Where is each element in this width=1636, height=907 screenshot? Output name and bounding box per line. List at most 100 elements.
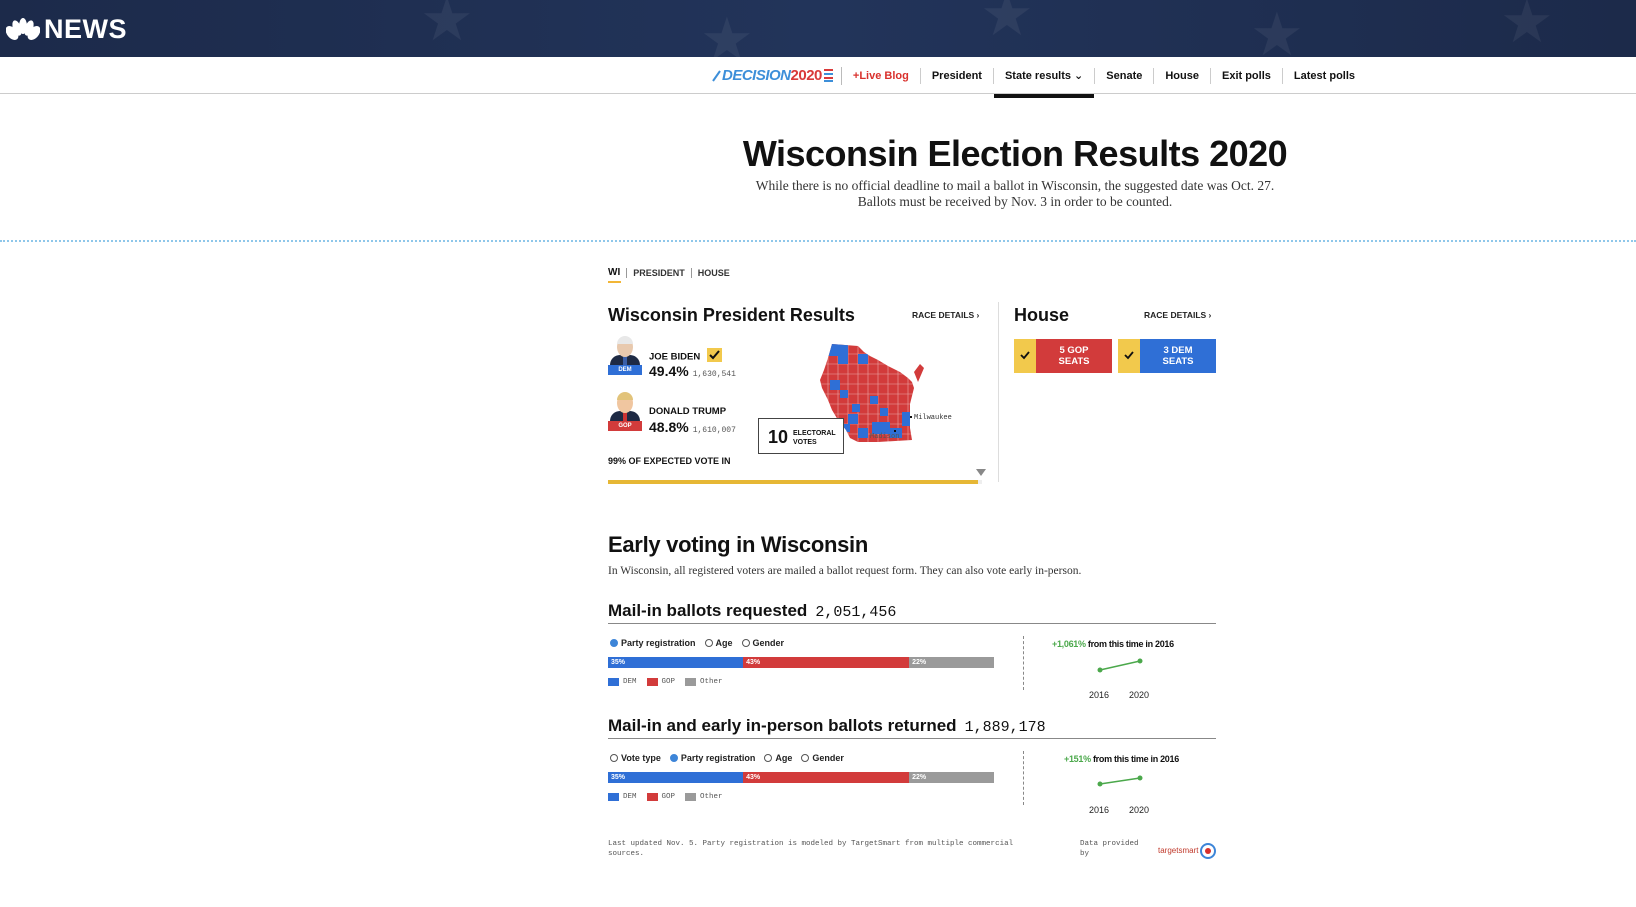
- progress-marker-icon: [976, 469, 986, 476]
- year-label: 2020: [1129, 690, 1150, 700]
- dashed-divider: [1023, 751, 1024, 805]
- intro-text: While there is no official deadline to m…: [755, 178, 1275, 209]
- requested-count: 2,051,456: [815, 604, 897, 621]
- electoral-label-1: ELECTORAL: [793, 430, 836, 437]
- dem-seats-line2: SEATS: [1162, 356, 1194, 367]
- gop-seats-line1: 5 GOP: [1059, 345, 1089, 356]
- party-badge-dem: DEM: [608, 365, 642, 375]
- electoral-label-2: VOTES: [793, 439, 817, 446]
- dem-seats-line1: 3 DEM: [1163, 345, 1193, 356]
- peacock-icon: [6, 17, 40, 40]
- expected-vote-progress-fill: [608, 480, 979, 484]
- legend-gop: GOP: [646, 793, 675, 801]
- check-icon: [1014, 339, 1036, 373]
- nav-senate[interactable]: Senate: [1095, 67, 1155, 84]
- radio-age[interactable]: Age: [704, 638, 733, 648]
- requested-party-bar: 35% 43% 22%: [608, 657, 994, 668]
- expected-vote-text: 99% OF EXPECTED VOTE IN: [608, 456, 731, 466]
- logo-text: NEWS: [44, 14, 127, 44]
- electoral-votes-box: 10 ELECTORAL VOTES: [758, 418, 844, 454]
- candidate-name: DONALD TRUMP: [649, 406, 727, 417]
- footnote: Last updated Nov. 5. Party registration …: [608, 840, 1014, 858]
- page-title: Wisconsin Election Results 2020: [742, 133, 1288, 174]
- dem-seats-box[interactable]: 3 DEM SEATS: [1118, 339, 1216, 373]
- winner-check-icon: [706, 348, 722, 362]
- returned-count: 1,889,178: [964, 719, 1046, 736]
- early-voting-title: Early voting in Wisconsin: [608, 532, 869, 557]
- targetsmart-icon: [1200, 843, 1216, 859]
- nbc-news-logo[interactable]: NEWS: [6, 14, 127, 45]
- radio-gender[interactable]: Gender: [741, 638, 784, 648]
- bar-segment-gop: 43%: [743, 657, 910, 668]
- tab-president[interactable]: PRESIDENT: [626, 268, 691, 278]
- legend-other: Other: [685, 793, 723, 801]
- legend-other: Other: [685, 678, 723, 686]
- year-label: 2016: [1089, 690, 1110, 700]
- bar-segment-dem: 35%: [608, 772, 744, 783]
- section-rule: [608, 738, 1216, 739]
- section-requested-title: Mail-in ballots requested 2,051,456: [608, 601, 897, 621]
- nav-exit-polls[interactable]: Exit polls: [1211, 67, 1283, 84]
- star-swoosh-icon: [712, 69, 721, 82]
- state-subtabs: WI PRESIDENT HOUSE: [608, 268, 736, 283]
- returned-party-bar: 35% 43% 22%: [608, 772, 994, 783]
- map-label-madison: Madison: [870, 433, 899, 441]
- dotted-divider: [0, 240, 1636, 242]
- president-race-details-link[interactable]: RACE DETAILS ›: [912, 310, 979, 320]
- dashed-divider: [1023, 636, 1024, 690]
- tab-wi[interactable]: WI: [608, 268, 626, 283]
- requested-legend: DEM GOP Other: [608, 678, 733, 686]
- check-icon: [1118, 339, 1140, 373]
- map-label-milwaukee: Milwaukee: [914, 414, 952, 422]
- house-race-details-link[interactable]: RACE DETAILS ›: [1144, 310, 1211, 320]
- requested-sparkline: [1097, 658, 1143, 673]
- radio-party-registration[interactable]: Party registration: [610, 638, 696, 648]
- data-provided-by: Data provided by: [1080, 840, 1139, 858]
- house-title: House: [1014, 305, 1070, 325]
- party-badge-gop: GOP: [608, 421, 642, 431]
- section-returned-title: Mail-in and early in-person ballots retu…: [608, 716, 1046, 736]
- nav-state-results[interactable]: State results ⌄: [993, 67, 1096, 98]
- returned-filter-radios: Vote type Party registration Age Gender: [610, 753, 853, 763]
- early-voting-desc: In Wisconsin, all registered voters are …: [608, 565, 1082, 577]
- returned-growth: +151% from this time in 2016: [1064, 754, 1179, 764]
- nav-president[interactable]: President: [921, 67, 994, 84]
- bar-segment-dem: 35%: [608, 657, 744, 668]
- nav-live-blog[interactable]: +Live Blog: [842, 67, 921, 84]
- radio-age[interactable]: Age: [764, 753, 792, 763]
- requested-growth: +1,061% from this time in 2016: [1052, 639, 1174, 649]
- returned-legend: DEM GOP Other: [608, 793, 733, 801]
- year-label: 2020: [1129, 805, 1150, 815]
- flag-stripes-icon: [823, 69, 833, 82]
- decision-2020-logo[interactable]: DECISION 2020: [712, 66, 842, 85]
- electoral-votes-count: 10: [768, 427, 789, 447]
- bar-segment-other: 22%: [909, 772, 994, 783]
- nav-latest-polls[interactable]: Latest polls: [1283, 68, 1366, 84]
- radio-gender[interactable]: Gender: [801, 753, 844, 763]
- bar-segment-other: 22%: [909, 657, 994, 668]
- radio-vote-type[interactable]: Vote type: [610, 753, 661, 763]
- candidate-votes: 1,630,541: [692, 370, 736, 379]
- candidate-votes: 1,610,007: [692, 426, 736, 435]
- legend-dem: DEM: [608, 793, 637, 801]
- year-label: 2016: [1089, 805, 1110, 815]
- tab-house[interactable]: HOUSE: [690, 268, 736, 278]
- nav-house[interactable]: House: [1154, 67, 1211, 84]
- candidate-name: JOE BIDEN: [649, 351, 701, 363]
- legend-dem: DEM: [608, 678, 637, 686]
- candidate-pct: 48.8%: [649, 419, 689, 435]
- gop-seats-line2: SEATS: [1058, 356, 1090, 367]
- returned-sparkline: [1097, 775, 1143, 787]
- targetsmart-logo[interactable]: targetsmart: [1158, 846, 1198, 855]
- radio-party-registration[interactable]: Party registration: [669, 753, 755, 763]
- legend-gop: GOP: [646, 678, 675, 686]
- candidate-pct: 49.4%: [649, 363, 689, 379]
- main-nav: DECISION 2020 +Live Blog President State …: [0, 57, 1636, 98]
- gop-seats-box[interactable]: 5 GOP SEATS: [1014, 339, 1112, 373]
- bar-segment-gop: 43%: [743, 772, 910, 783]
- requested-filter-radios: Party registration Age Gender: [610, 638, 793, 648]
- president-results-title: Wisconsin President Results: [608, 305, 855, 325]
- top-bar: ★ ★ ★ ★ ★ NEWS: [0, 0, 1636, 57]
- expected-vote-progress: [608, 480, 982, 484]
- section-rule: [608, 623, 1216, 624]
